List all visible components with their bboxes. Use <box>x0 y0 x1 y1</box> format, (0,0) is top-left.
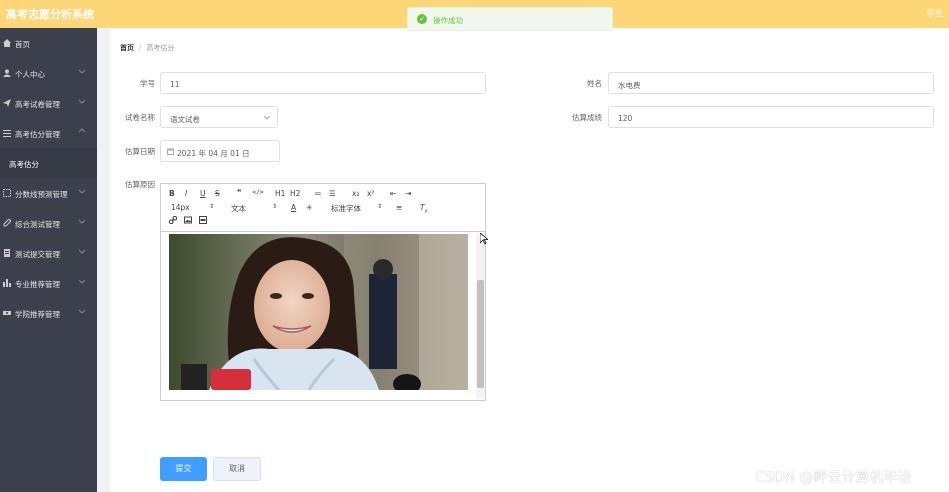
main-content: 首页 / 高考估分 学号 11 姓名 水电费 试卷名称 语文试卷 估算成绩 120 … <box>110 28 949 492</box>
sidebar: 首页 个人中心 高考试卷管理 高考估分管理 高考估分 分数线预测管理 综合测试管… <box>0 28 97 492</box>
check-circle-icon: ✓ <box>417 14 427 24</box>
italic-button[interactable]: I <box>185 189 187 198</box>
paper-select[interactable]: 语文试卷 <box>160 106 278 128</box>
name-label: 姓名 <box>587 79 602 88</box>
sidebar-item-comprehensive-test[interactable]: 综合测试管理 <box>0 208 97 238</box>
video-icon[interactable] <box>199 216 207 224</box>
name-input[interactable]: 水电费 <box>608 72 934 94</box>
strike-button[interactable]: S <box>215 189 220 198</box>
scrollbar-thumb[interactable] <box>477 280 484 388</box>
sidebar-item-college-recommend[interactable]: 学院推荐管理 <box>0 298 97 328</box>
user-icon <box>3 69 11 77</box>
superscript-button[interactable]: x² <box>367 189 374 198</box>
sidebar-item-cutoff-prediction[interactable]: 分数线预测管理 <box>0 178 97 208</box>
sidebar-item-label: 首页 <box>15 40 30 49</box>
chevron-down-icon <box>79 99 85 104</box>
date-picker[interactable]: 2021 年 04 月 01 日 <box>160 140 280 162</box>
cancel-button[interactable]: 取消 <box>213 457 261 481</box>
sidebar-item-score-estimate[interactable]: 高考估分管理 <box>0 118 97 148</box>
sidebar-item-personal[interactable]: 个人中心 <box>0 58 97 88</box>
chevron-down-icon <box>264 115 270 120</box>
text-style-select[interactable]: 文本 <box>231 203 246 214</box>
sidebar-item-label: 专业推荐管理 <box>15 280 60 289</box>
clear-format-icon[interactable]: Tx <box>420 203 428 215</box>
breadcrumb-current: 高考估分 <box>146 44 175 52</box>
watermark: CSDN @畔云计算机毕设 <box>755 470 912 486</box>
user-menu[interactable]: 学生 <box>927 8 943 19</box>
sidebar-item-label: 分数线预测管理 <box>15 190 68 199</box>
student-id-label: 学号 <box>140 79 155 88</box>
sidebar-item-test-submission[interactable]: 测试提交管理 <box>0 238 97 268</box>
sidebar-item-label: 高考试卷管理 <box>15 100 60 109</box>
highlight-icon[interactable]: ✳ <box>306 203 312 212</box>
text-style-arrows: ⇕ <box>272 203 278 210</box>
score-input[interactable]: 120 <box>608 106 934 128</box>
h2-button[interactable]: H2 <box>290 189 300 198</box>
sidebar-item-label: 综合测试管理 <box>15 220 60 229</box>
font-family-arrows: ⇕ <box>377 203 383 210</box>
submit-button[interactable]: 提交 <box>160 457 207 481</box>
align-icon[interactable]: ≡ <box>396 203 402 212</box>
chevron-down-icon <box>79 249 85 254</box>
breadcrumb: 首页 / 高考估分 <box>120 44 175 52</box>
success-toast: ✓ 操作成功 <box>407 7 613 31</box>
editor-toolbar: B I U S ❞ </> H1 H2 ≔ ☰ x₂ x² ⇤ ⇥ 14px ⇕… <box>161 184 485 232</box>
sidebar-item-exam-paper[interactable]: 高考试卷管理 <box>0 88 97 118</box>
student-id-input[interactable]: 11 <box>160 72 486 94</box>
sidebar-item-label: 测试提交管理 <box>15 250 60 259</box>
calendar-icon <box>167 148 174 155</box>
score-label: 估算成绩 <box>572 113 602 122</box>
chevron-up-icon <box>79 128 85 133</box>
mouse-cursor-icon <box>480 233 488 245</box>
toast-message: 操作成功 <box>433 16 463 25</box>
bullet-list-button[interactable]: ☰ <box>329 189 336 198</box>
subscript-button[interactable]: x₂ <box>352 189 359 198</box>
sidebar-item-label: 个人中心 <box>15 70 45 79</box>
sidebar-item-home[interactable]: 首页 <box>0 28 97 58</box>
code-button[interactable]: </> <box>252 189 264 196</box>
home-icon <box>3 39 11 47</box>
edit-icon <box>3 219 11 227</box>
editor-scrollbar[interactable] <box>476 233 485 399</box>
date-label: 估算日期 <box>125 147 155 156</box>
outdent-button[interactable]: ⇤ <box>390 189 396 198</box>
h1-button[interactable]: H1 <box>275 189 285 198</box>
ordered-list-button[interactable]: ≔ <box>314 189 322 198</box>
ticket-icon <box>3 311 11 315</box>
font-color-icon[interactable]: A <box>291 203 296 212</box>
bold-button[interactable]: B <box>169 189 175 198</box>
font-size-arrows: ⇕ <box>209 203 215 210</box>
reason-label: 估算原因 <box>125 180 155 189</box>
indent-button[interactable]: ⇥ <box>405 189 411 198</box>
sidebar-item-label: 学院推荐管理 <box>15 310 60 319</box>
paper-label: 试卷名称 <box>125 113 155 122</box>
send-icon <box>3 99 11 107</box>
sidebar-subitem-score-estimate[interactable]: 高考估分 <box>0 148 97 178</box>
chevron-down-icon <box>79 69 85 74</box>
bar-chart-icon <box>3 279 11 287</box>
embedded-photo[interactable] <box>169 234 468 390</box>
breadcrumb-home[interactable]: 首页 <box>120 44 134 52</box>
font-family-select[interactable]: 标准字体 <box>331 203 361 214</box>
dashed-box-icon <box>3 189 11 197</box>
sidebar-item-label: 高考估分管理 <box>15 130 60 139</box>
sidebar-item-major-recommend[interactable]: 专业推荐管理 <box>0 268 97 298</box>
chevron-down-icon <box>79 309 85 314</box>
chevron-down-icon <box>79 219 85 224</box>
font-size-select[interactable]: 14px <box>171 203 190 212</box>
link-icon[interactable] <box>169 216 177 224</box>
app-title: 高考志愿分析系统 <box>6 8 94 21</box>
rich-text-editor[interactable]: B I U S ❞ </> H1 H2 ≔ ☰ x₂ x² ⇤ ⇥ 14px ⇕… <box>160 183 486 401</box>
menu-icon <box>3 130 11 137</box>
chevron-down-icon <box>79 279 85 284</box>
chevron-down-icon <box>79 189 85 194</box>
doc-icon <box>4 249 10 257</box>
underline-button[interactable]: U <box>200 189 206 198</box>
image-icon[interactable] <box>184 216 192 224</box>
sidebar-subitem-label: 高考估分 <box>9 160 39 169</box>
blockquote-button[interactable]: ❞ <box>237 188 241 197</box>
